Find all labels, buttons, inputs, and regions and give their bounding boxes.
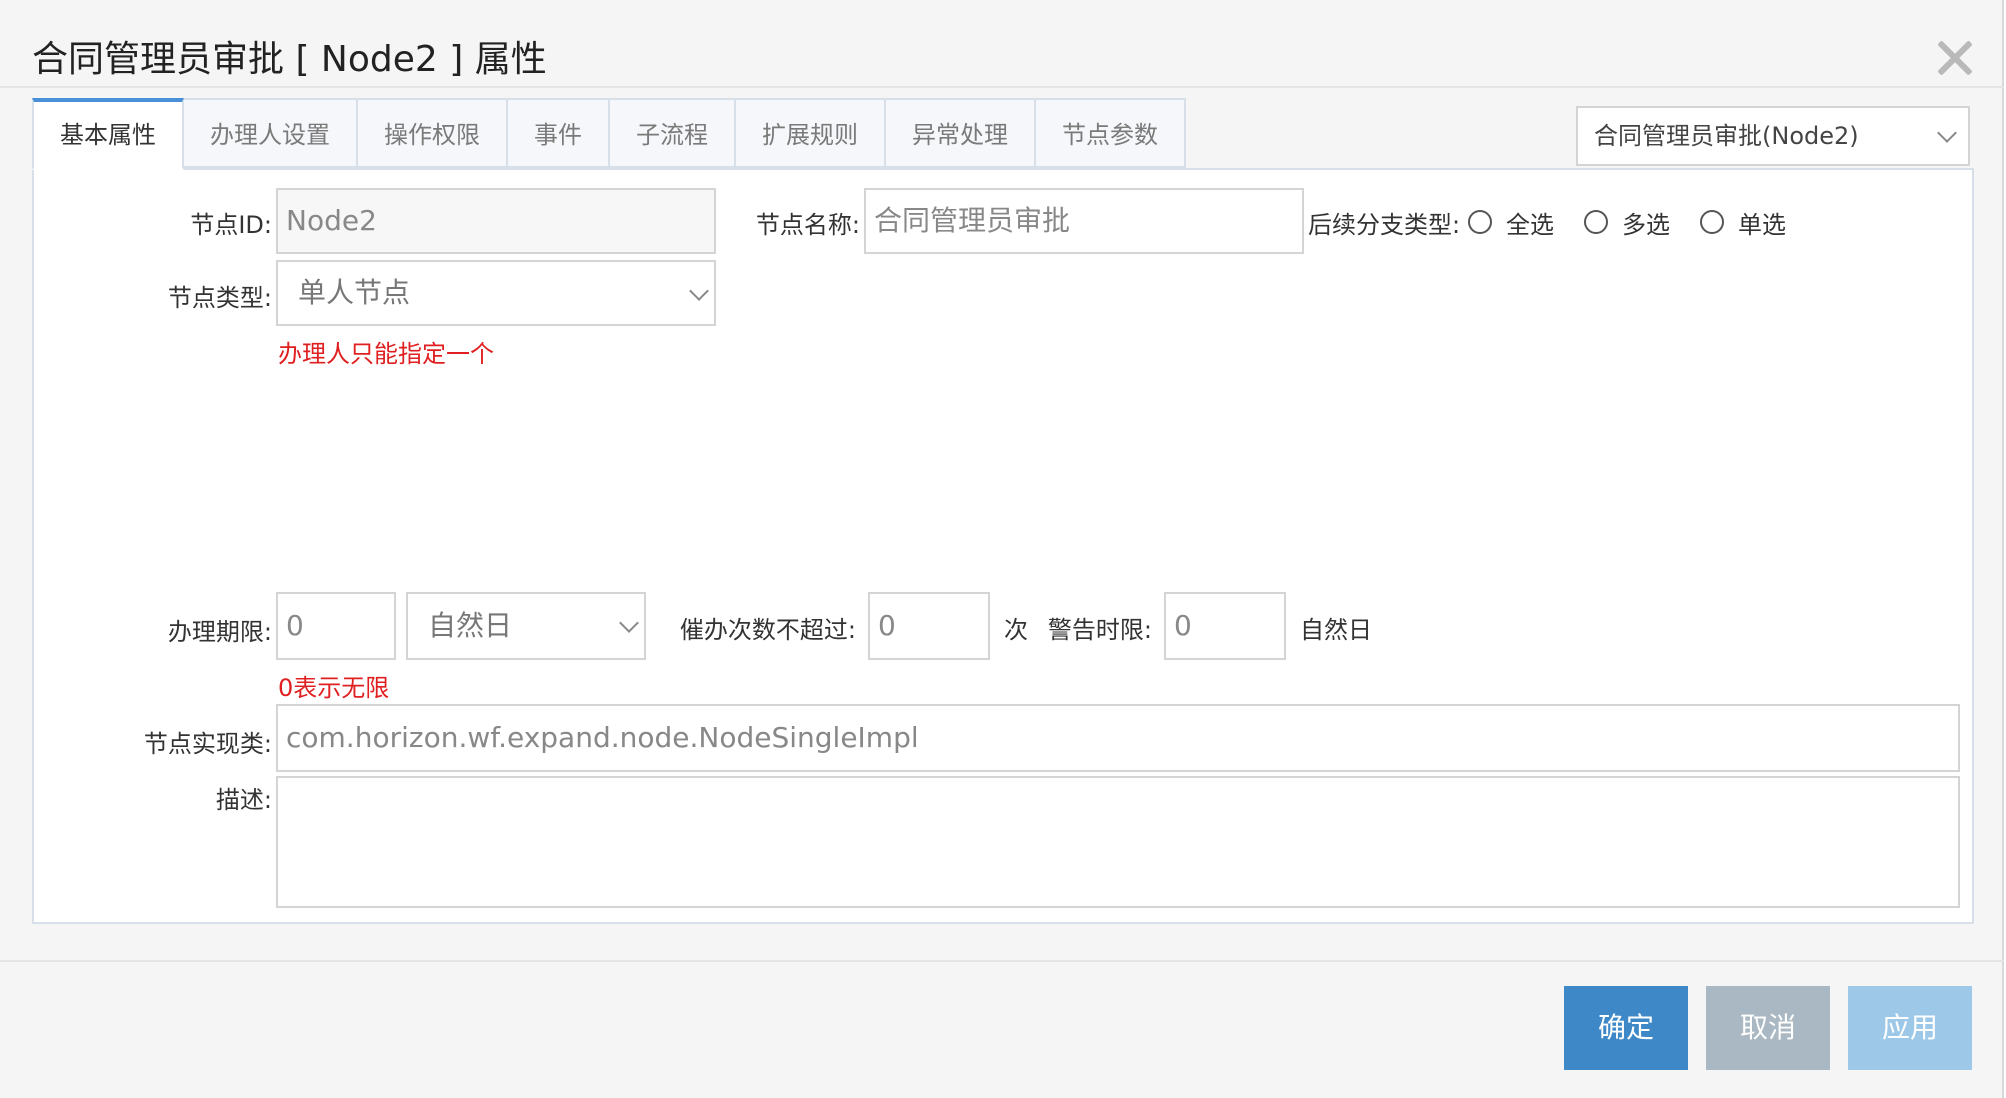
- node-name-label: 节点名称:: [755, 211, 860, 239]
- branch-type-label: 后续分支类型:: [1308, 211, 1461, 239]
- tab-permissions[interactable]: 操作权限: [358, 98, 508, 168]
- node-type-label: 节点类型:: [167, 284, 272, 312]
- node-name-input[interactable]: 合同管理员审批: [864, 188, 1304, 254]
- deadline-unit-select[interactable]: 自然日: [406, 592, 646, 660]
- tab-exception-handling[interactable]: 异常处理: [886, 98, 1036, 168]
- warn-unit: 自然日: [1300, 616, 1372, 644]
- branch-multi-radio[interactable]: [1584, 210, 1608, 234]
- node-type-select[interactable]: 单人节点: [276, 260, 716, 326]
- warn-input[interactable]: 0: [1164, 592, 1286, 660]
- chevron-down-icon: [619, 613, 639, 633]
- confirm-button[interactable]: 确定: [1564, 986, 1688, 1070]
- node-selector[interactable]: 合同管理员审批(Node2): [1576, 106, 1970, 166]
- desc-textarea[interactable]: [276, 776, 1960, 908]
- chevron-down-icon: [689, 281, 709, 301]
- node-id-input[interactable]: Node2: [276, 188, 716, 254]
- node-type-value: 单人节点: [298, 276, 411, 309]
- branch-all-label: 全选: [1506, 211, 1554, 239]
- urge-label: 催办次数不超过:: [679, 616, 856, 644]
- warn-label: 警告时限:: [1047, 616, 1152, 644]
- impl-input[interactable]: com.horizon.wf.expand.node.NodeSingleImp…: [276, 704, 1960, 772]
- footer-divider: [0, 960, 2004, 962]
- urge-unit: 次: [1004, 616, 1028, 644]
- chevron-down-icon: [1937, 123, 1957, 143]
- tab-subprocess[interactable]: 子流程: [610, 98, 736, 168]
- branch-single-label: 单选: [1738, 211, 1786, 239]
- tab-bar: 基本属性 办理人设置 操作权限 事件 子流程 扩展规则 异常处理 节点参数: [32, 98, 1186, 170]
- title-divider: [0, 86, 2004, 88]
- tab-handler-settings[interactable]: 办理人设置: [184, 98, 358, 168]
- apply-button[interactable]: 应用: [1848, 986, 1972, 1070]
- deadline-input[interactable]: 0: [276, 592, 396, 660]
- tab-extension-rules[interactable]: 扩展规则: [736, 98, 886, 168]
- tab-node-parameters[interactable]: 节点参数: [1036, 98, 1186, 168]
- close-icon[interactable]: [1935, 38, 1973, 76]
- impl-label: 节点实现类:: [143, 730, 272, 758]
- properties-dialog: 合同管理员审批 [ Node2 ] 属性 基本属性 办理人设置 操作权限 事件 …: [0, 0, 2004, 1098]
- deadline-label: 办理期限:: [167, 618, 272, 646]
- node-id-label: 节点ID:: [190, 211, 272, 239]
- tab-events[interactable]: 事件: [508, 98, 610, 168]
- branch-single-radio[interactable]: [1700, 210, 1724, 234]
- cancel-button[interactable]: 取消: [1706, 986, 1830, 1070]
- branch-multi-label: 多选: [1622, 211, 1670, 239]
- urge-input[interactable]: 0: [868, 592, 990, 660]
- node-selector-value: 合同管理员审批(Node2): [1594, 122, 1859, 150]
- branch-all-radio[interactable]: [1468, 210, 1492, 234]
- deadline-unit-value: 自然日: [428, 609, 513, 642]
- node-type-hint: 办理人只能指定一个: [278, 340, 494, 368]
- tab-basic-properties[interactable]: 基本属性: [32, 98, 184, 170]
- deadline-hint: 0表示无限: [278, 674, 390, 702]
- dialog-title: 合同管理员审批 [ Node2 ] 属性: [32, 39, 547, 80]
- desc-label: 描述:: [215, 786, 272, 814]
